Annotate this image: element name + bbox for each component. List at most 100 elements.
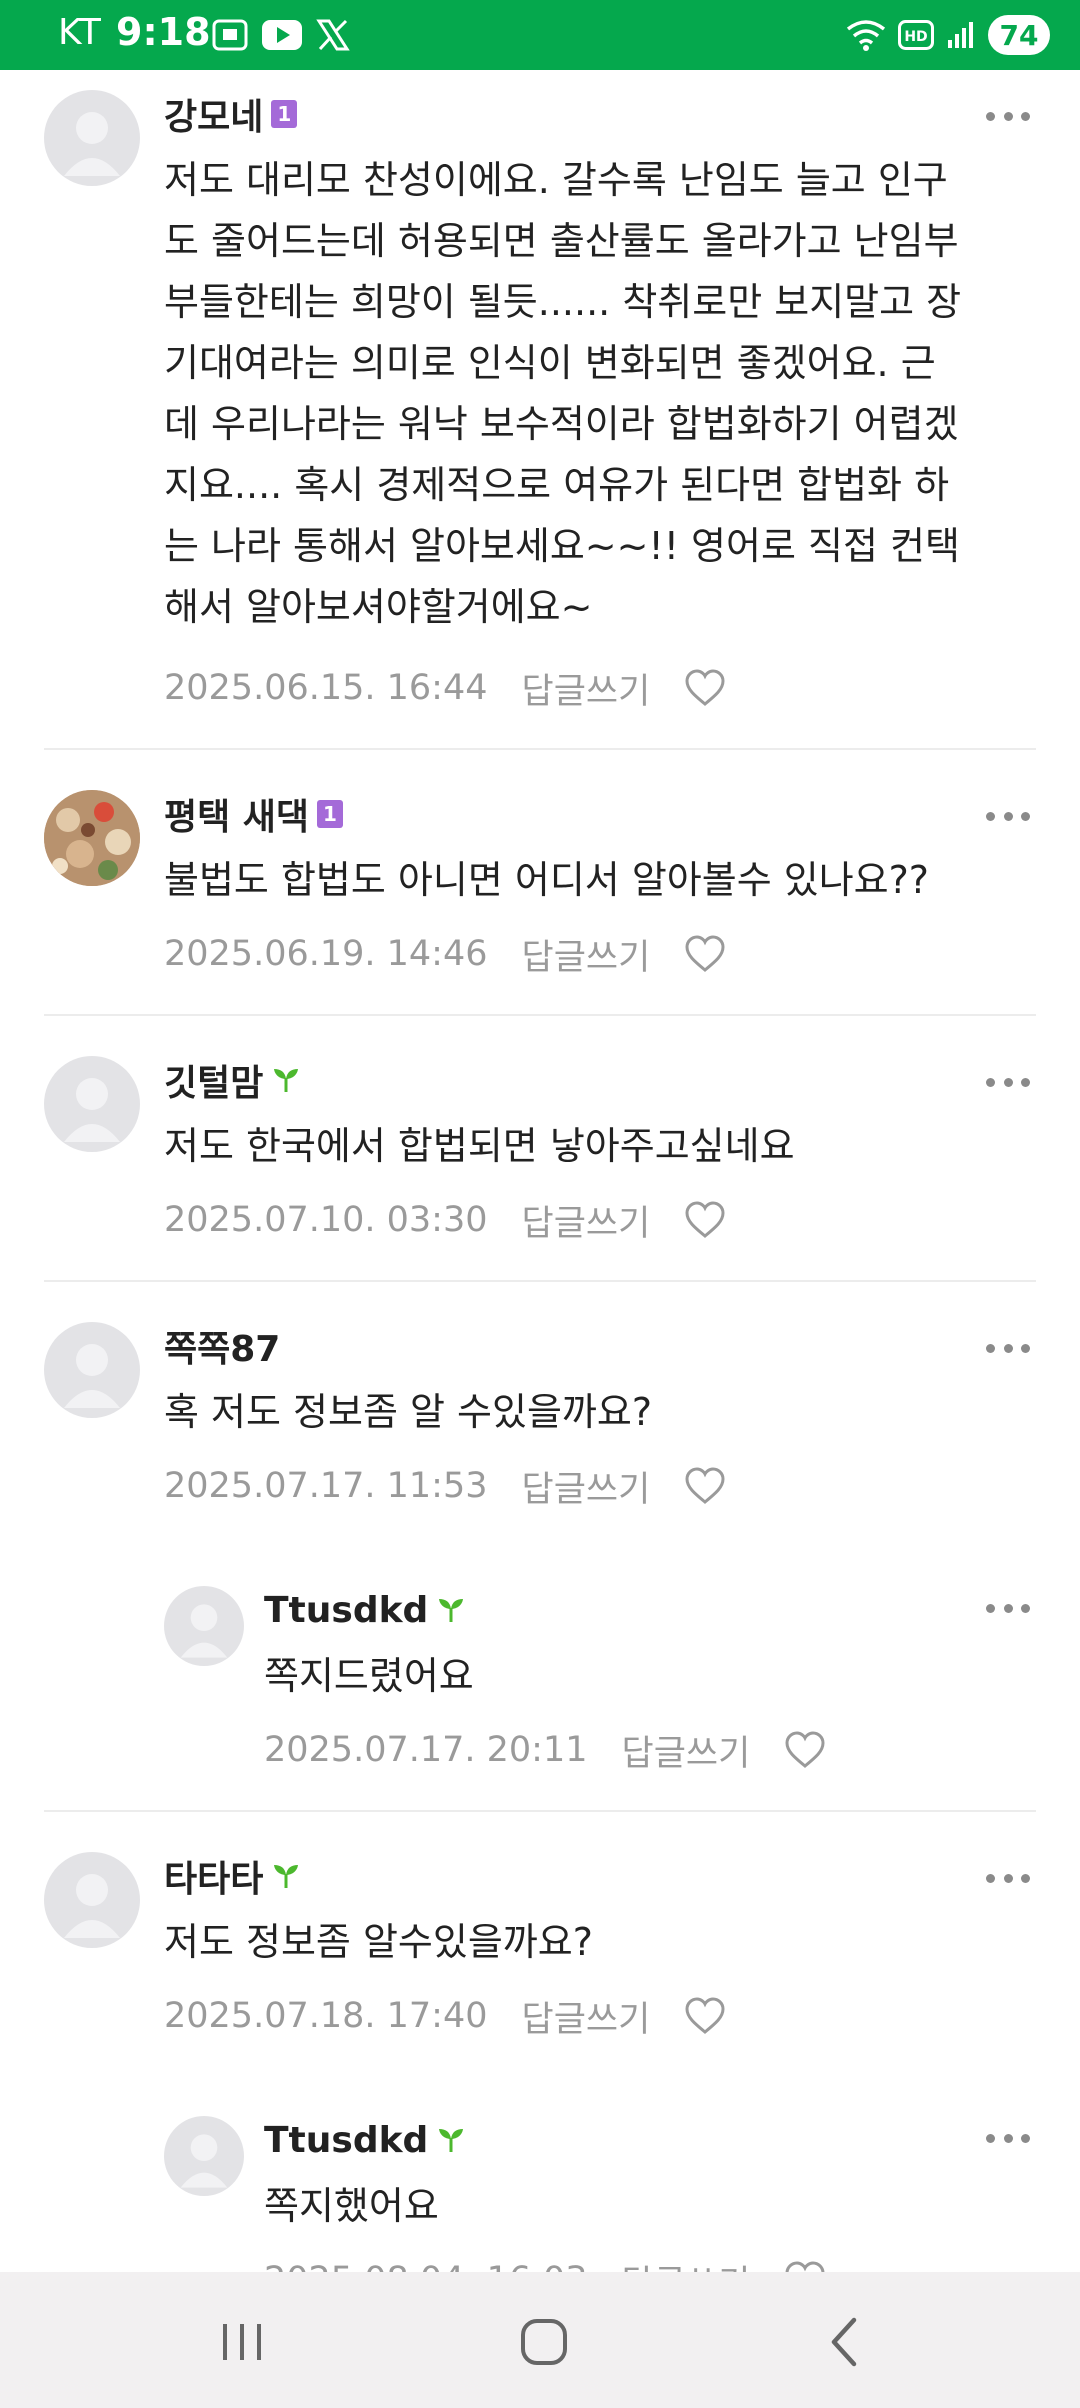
comment-author[interactable]: 강모네 1 <box>164 92 298 138</box>
comment-text: 저도 대리모 찬성이에요. 갈수록 난임도 늘고 인구 도 줄어드는데 허용되면… <box>164 150 961 638</box>
comment-text: 불법도 합법도 아니면 어디서 알아볼수 있나요?? <box>164 858 929 902</box>
author-name: 깃털맘 <box>164 1063 264 1104</box>
comment-line: 데 우리나라는 워낙 보수적이라 합법화하기 어렵겠 <box>164 402 959 446</box>
comment-line: 해서 알아보셔야할거에요~ <box>164 585 593 629</box>
comment-author[interactable]: 타타타 <box>164 1854 301 1900</box>
avatar[interactable] <box>164 1586 244 1666</box>
comment-date: 2025.07.17. 20:11 <box>264 1730 588 1770</box>
reply-button[interactable]: 답글쓰기 <box>622 1725 751 1776</box>
recent-apps-icon[interactable] <box>212 2312 272 2372</box>
x-icon <box>316 19 350 51</box>
comment-text: 쪽지했어요 <box>264 2184 439 2228</box>
status-bar: KT 9:18 HD 74 <box>0 0 1080 70</box>
default-avatar-icon <box>180 1604 228 1658</box>
sprout-badge-icon <box>439 2129 464 2152</box>
reply-button[interactable]: 답글쓰기 <box>522 663 651 714</box>
reply-button[interactable]: 답글쓰기 <box>522 1991 651 2042</box>
divider <box>44 748 1036 750</box>
reply-button[interactable]: 답글쓰기 <box>522 1195 651 1246</box>
notification-icons <box>212 16 350 54</box>
heart-icon[interactable] <box>684 1997 726 2035</box>
default-avatar-icon <box>64 112 120 176</box>
default-avatar-icon <box>64 1344 120 1408</box>
author-name: 강모네 <box>164 97 264 138</box>
heart-icon[interactable] <box>684 669 726 707</box>
battery-level: 74 <box>999 18 1039 52</box>
comment-date: 2025.07.10. 03:30 <box>164 1200 488 1240</box>
more-options-icon[interactable] <box>986 106 1030 126</box>
sprout-badge-icon <box>274 1865 299 1888</box>
avatar[interactable] <box>44 90 140 186</box>
author-name: 타타타 <box>164 1859 264 1900</box>
author-name: Ttusdkd <box>264 2119 429 2161</box>
comment-author[interactable]: 쪽쪽87 <box>164 1324 280 1370</box>
svg-text:HD: HD <box>904 29 927 45</box>
default-avatar-icon <box>64 1874 120 1938</box>
more-options-icon[interactable] <box>986 2128 1030 2148</box>
comment-meta: 2025.06.19. 14:46 답글쓰기 <box>164 930 726 978</box>
sprout-badge-icon <box>439 1599 464 1622</box>
avatar[interactable] <box>44 1056 140 1152</box>
more-options-icon[interactable] <box>986 806 1030 826</box>
divider <box>44 1810 1036 1812</box>
comment-meta: 2025.07.18. 17:40 답글쓰기 <box>164 1992 726 2040</box>
comment-line: 도 줄어드는데 허용되면 출산률도 올라가고 난임부 <box>164 219 959 263</box>
author-name: Ttusdkd <box>264 1589 429 1631</box>
comment-list[interactable]: 강모네 1 저도 대리모 찬성이에요. 갈수록 난임도 늘고 인구 도 줄어드는… <box>0 70 1080 2272</box>
comment-meta: 2025.06.15. 16:44 답글쓰기 <box>164 664 726 712</box>
comment-author[interactable]: Ttusdkd <box>264 2118 466 2162</box>
comment-text: 저도 한국에서 합법되면 낳아주고싶네요 <box>164 1124 795 1168</box>
comment-author[interactable]: Ttusdkd <box>264 1588 466 1632</box>
avatar[interactable] <box>164 2116 244 2196</box>
heart-icon[interactable] <box>784 1731 826 1769</box>
comment-date: 2025.08.04. 16:03 <box>264 2260 588 2272</box>
profile-photo-icon <box>44 790 140 886</box>
heart-icon[interactable] <box>784 2261 826 2272</box>
comment-line: 는 나라 통해서 알아보세요~~!! 영어로 직접 컨택 <box>164 524 960 568</box>
comment-author[interactable]: 깃털맘 <box>164 1058 301 1104</box>
level-badge-icon: 1 <box>317 800 344 828</box>
wifi-icon <box>846 20 886 51</box>
comment-line: 지요.... 혹시 경제적으로 여유가 된다면 합법화 하 <box>164 463 950 507</box>
comment-meta: 2025.08.04. 16:03 답글쓰기 <box>264 2256 826 2272</box>
comment-line: 기대여라는 의미로 인식이 변화되면 좋겠어요. 근 <box>164 341 936 385</box>
reply-button[interactable]: 답글쓰기 <box>522 1461 651 1512</box>
comment-date: 2025.07.18. 17:40 <box>164 1996 488 2036</box>
comment-meta: 2025.07.17. 20:11 답글쓰기 <box>264 1726 826 1774</box>
comment-text: 쪽지드렸어요 <box>264 1654 474 1698</box>
system-navigation-bar <box>0 2272 1080 2408</box>
signal-icon <box>948 22 973 48</box>
clock: 9:18 <box>116 10 211 54</box>
home-icon[interactable] <box>514 2312 574 2372</box>
heart-icon[interactable] <box>684 1201 726 1239</box>
reply-button[interactable]: 답글쓰기 <box>622 2255 751 2273</box>
author-name: 평택 새댁 <box>164 797 310 838</box>
youtube-icon <box>262 20 302 50</box>
heart-icon[interactable] <box>684 935 726 973</box>
back-icon[interactable] <box>816 2312 876 2372</box>
comment-date: 2025.06.15. 16:44 <box>164 668 488 708</box>
comment-text: 혹 저도 정보좀 알 수있을까요? <box>164 1390 653 1434</box>
author-name: 쪽쪽87 <box>164 1329 281 1370</box>
comment-author[interactable]: 평택 새댁 1 <box>164 792 344 838</box>
heart-icon[interactable] <box>684 1467 726 1505</box>
comment-line: 저도 대리모 찬성이에요. 갈수록 난임도 늘고 인구 <box>164 158 948 202</box>
comment-text: 저도 정보좀 알수있을까요? <box>164 1920 593 1964</box>
reply-button[interactable]: 답글쓰기 <box>522 929 651 980</box>
divider <box>44 1280 1036 1282</box>
divider <box>44 1014 1036 1016</box>
comment-meta: 2025.07.17. 11:53 답글쓰기 <box>164 1462 726 1510</box>
comment-date: 2025.07.17. 11:53 <box>164 1466 488 1506</box>
avatar[interactable] <box>44 1322 140 1418</box>
more-options-icon[interactable] <box>986 1072 1030 1092</box>
more-options-icon[interactable] <box>986 1338 1030 1358</box>
more-options-icon[interactable] <box>986 1868 1030 1888</box>
avatar[interactable] <box>44 790 140 886</box>
level-badge-icon: 1 <box>271 100 298 128</box>
default-avatar-icon <box>180 2134 228 2188</box>
avatar[interactable] <box>44 1852 140 1948</box>
sprout-badge-icon <box>274 1069 299 1092</box>
hd-icon: HD <box>898 20 934 50</box>
more-options-icon[interactable] <box>986 1598 1030 1618</box>
comment-line: 부들한테는 희망이 될듯...... 착취로만 보지말고 장 <box>164 280 962 324</box>
